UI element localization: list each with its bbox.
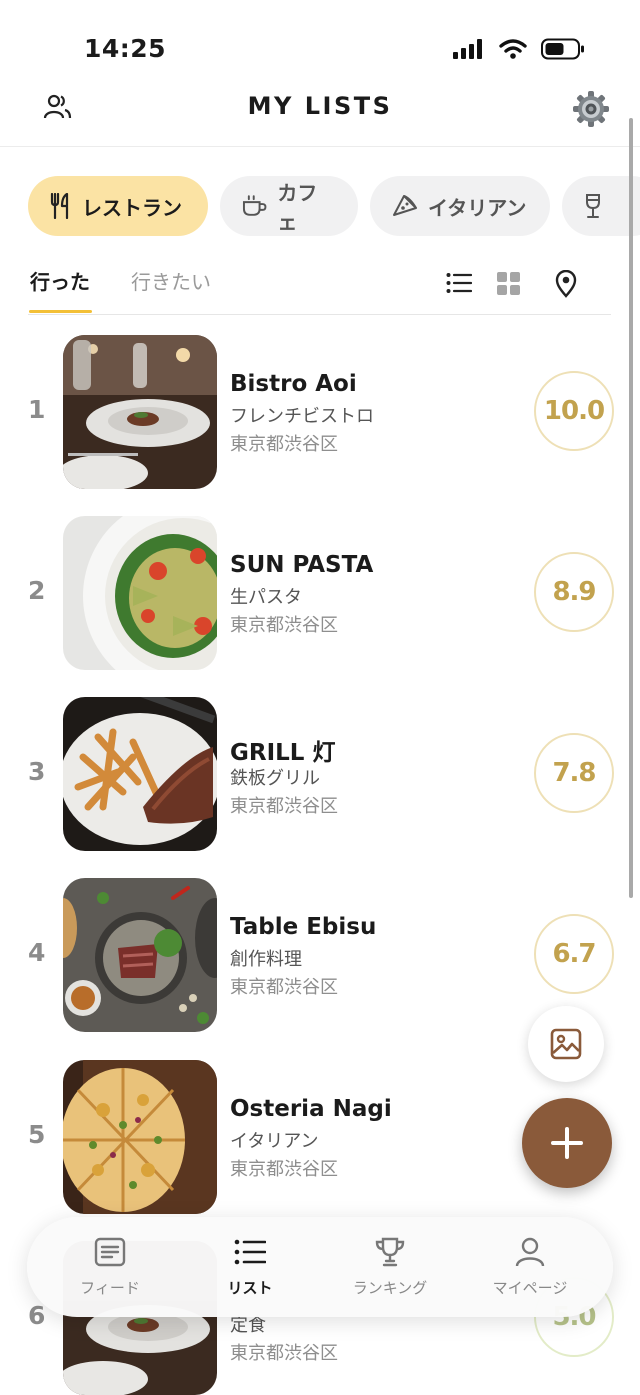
rank-number: 5: [28, 1120, 46, 1149]
list-icon: [234, 1239, 267, 1265]
gear-icon: [573, 91, 609, 127]
tab-want-to-go[interactable]: 行きたい: [131, 266, 211, 295]
person-icon: [515, 1237, 545, 1267]
add-button[interactable]: [522, 1098, 612, 1188]
restaurant-name: Table Ebisu: [230, 914, 377, 940]
nav-label: リスト: [227, 1279, 273, 1297]
nav-ranking[interactable]: ランキング: [325, 1237, 455, 1298]
restaurant-area: 東京都渋谷区: [230, 1159, 338, 1180]
list-item[interactable]: 3 GRILL 灯 鉄板グリル 東京都渋谷区 7.8: [0, 697, 640, 851]
restaurant-name: Bistro Aoi: [230, 371, 357, 397]
score-badge: 7.8: [534, 733, 614, 813]
score-badge: 6.7: [534, 914, 614, 994]
restaurant-area: 東京都渋谷区: [230, 434, 338, 455]
restaurant-area: 東京都渋谷区: [230, 977, 338, 998]
restaurant-photo: [63, 878, 217, 1032]
restaurant-genre: 創作料理: [230, 949, 302, 970]
restaurant-area: 東京都渋谷区: [230, 1343, 338, 1364]
restaurant-genre: イタリアン: [230, 1131, 319, 1152]
add-photo-button[interactable]: [528, 1006, 604, 1082]
restaurant-photo: [63, 1060, 217, 1214]
battery-icon: [541, 38, 584, 60]
score-badge: 10.0: [534, 371, 614, 451]
restaurant-photo: [63, 697, 217, 851]
restaurant-name: SUN PASTA: [230, 552, 374, 578]
signal-icon: [453, 39, 482, 59]
grid-view-icon[interactable]: [497, 272, 520, 295]
rank-number: 3: [28, 757, 46, 786]
wine-glass-icon: [586, 194, 600, 218]
chip-restaurant[interactable]: レストラン: [28, 176, 208, 236]
list-item[interactable]: 2 SUN PASTA 生パスタ 東京都渋谷区 8.9: [0, 516, 640, 670]
chip-cafe[interactable]: カフェ: [220, 176, 358, 236]
rank-number: 1: [28, 395, 46, 424]
map-pin-icon[interactable]: [555, 270, 577, 298]
list-item[interactable]: 1 Bistro Aoi フレンチビストロ 東京都渋谷区 10.0: [0, 335, 640, 489]
restaurant-genre: 鉄板グリル: [230, 768, 320, 789]
feed-icon: [94, 1237, 126, 1267]
pizza-icon: [393, 195, 417, 216]
restaurant-name: GRILL 灯: [230, 740, 336, 766]
nav-label: フィード: [80, 1279, 140, 1297]
app-header: MY LISTS: [0, 88, 640, 147]
coffee-cup-icon: [242, 195, 267, 216]
settings-button[interactable]: [572, 90, 610, 132]
nav-list[interactable]: リスト: [185, 1237, 315, 1298]
page-title: MY LISTS: [247, 92, 393, 120]
plus-icon: [551, 1127, 583, 1159]
nav-mypage[interactable]: マイページ: [465, 1237, 595, 1298]
tab-visited[interactable]: 行った: [29, 266, 92, 313]
restaurant-photo: [63, 516, 217, 670]
restaurant-photo: [63, 335, 217, 489]
image-icon: [550, 1028, 582, 1060]
restaurant-genre: 生パスタ: [230, 587, 302, 608]
nav-label: ランキング: [352, 1279, 428, 1297]
chip-label: カフェ: [277, 181, 318, 234]
score-badge: 8.9: [534, 552, 614, 632]
restaurant-area: 東京都渋谷区: [230, 615, 338, 636]
trophy-icon: [375, 1237, 405, 1267]
chip-italian[interactable]: イタリアン: [370, 176, 550, 236]
chip-label: レストラン: [82, 195, 182, 220]
restaurant-area: 東京都渋谷区: [230, 796, 338, 817]
restaurant-genre: フレンチビストロ: [230, 406, 374, 427]
rank-number: 4: [28, 938, 46, 967]
category-chips: レストラン カフェ イタリアン: [28, 176, 640, 238]
rank-number: 6: [28, 1301, 46, 1330]
chip-label: イタリアン: [428, 195, 527, 220]
status-bar: 14:25: [0, 0, 640, 90]
nav-feed[interactable]: フィード: [45, 1237, 175, 1298]
status-icons: [453, 38, 585, 60]
list-item[interactable]: 4 Table Ebisu 創作料理 東京都渋谷区 6.7: [0, 878, 640, 1032]
wifi-icon: [499, 39, 527, 59]
list-tabs: 行った 行きたい: [28, 258, 611, 315]
rank-number: 2: [28, 576, 46, 605]
list-view-icon[interactable]: [446, 272, 472, 294]
fork-knife-icon: [50, 193, 69, 219]
nav-label: マイページ: [492, 1279, 568, 1297]
bottom-nav: フィード リスト ランキング マイページ: [27, 1217, 613, 1317]
restaurant-name: Osteria Nagi: [230, 1096, 392, 1122]
status-time: 14:25: [84, 34, 167, 63]
scrollbar[interactable]: [629, 118, 633, 898]
